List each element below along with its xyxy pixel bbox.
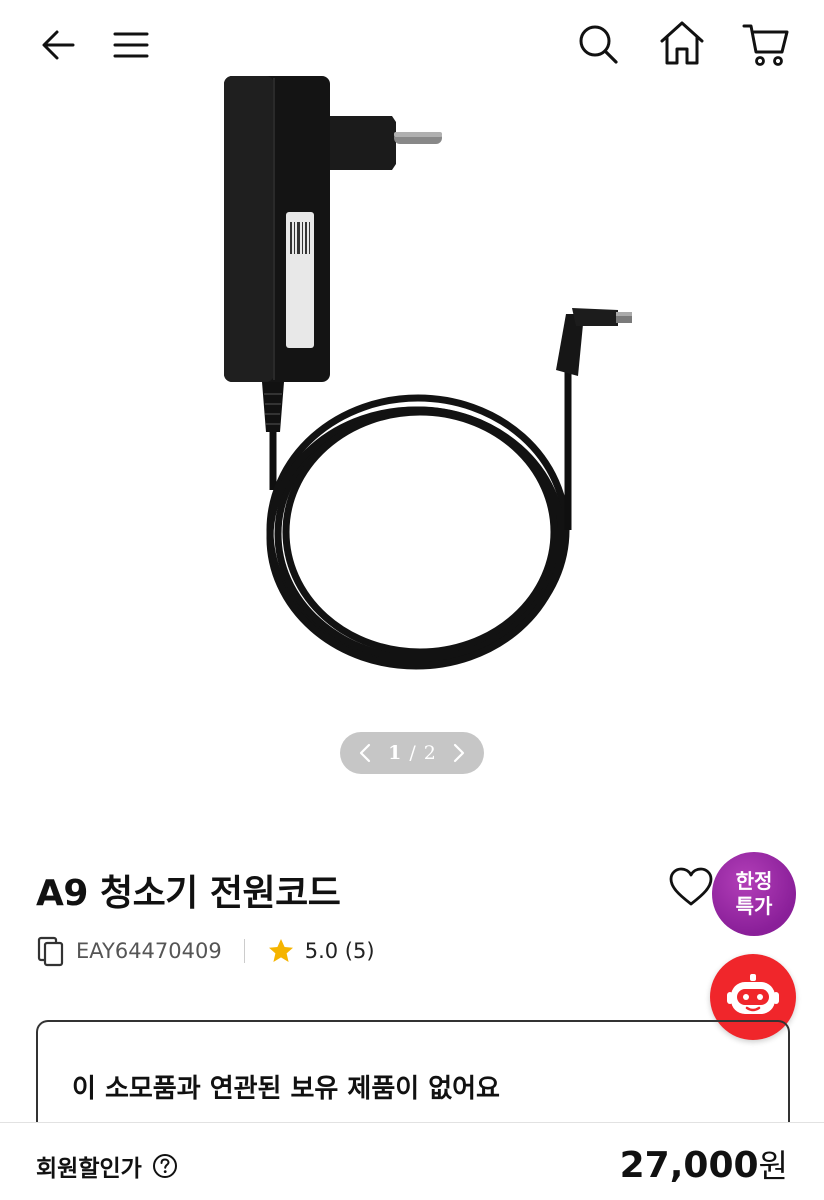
bottom-price-bar: 회원할인가 27,000원 [0,1122,824,1200]
product-title: A9 청소기 전원코드 [36,873,341,914]
price-value: 27,000 [619,1145,759,1186]
rating-summary[interactable]: 5.0 (5) [305,939,375,963]
product-image[interactable] [180,60,660,720]
member-price-label: 회원할인가 [36,1149,178,1183]
product-meta: EAY64470409 5.0 (5) [36,932,375,970]
heart-icon[interactable] [668,866,714,908]
gallery-pager: 1 / 2 [340,732,484,774]
star-icon [268,939,293,962]
home-icon[interactable] [656,18,708,68]
question-circle-icon[interactable] [152,1153,178,1179]
chevron-right-icon[interactable] [448,738,470,768]
chevron-left-icon[interactable] [354,738,376,768]
arrow-left-icon[interactable] [36,22,82,68]
limited-special-badge[interactable]: 한정 특가 [712,852,796,936]
total-pages: 2 [423,742,436,764]
copy-icon[interactable] [36,935,66,967]
cart-icon[interactable] [740,18,792,70]
notice-text: 이 소모품과 연관된 보유 제품이 없어요 [72,1074,500,1104]
member-price: 27,000원 [620,1141,788,1187]
hamburger-menu-icon[interactable] [108,22,154,68]
page-separator: / [409,742,416,764]
current-page: 1 [388,742,402,764]
promo-line-2: 특가 [735,894,773,918]
page-counter: 1 / 2 [388,742,436,764]
divider [243,939,245,963]
price-unit: 원 [758,1147,788,1185]
robot-icon [727,974,779,1014]
model-code: EAY64470409 [76,939,222,963]
promo-line-1: 한정 [735,869,773,893]
member-price-text: 회원할인가 [36,1156,142,1182]
